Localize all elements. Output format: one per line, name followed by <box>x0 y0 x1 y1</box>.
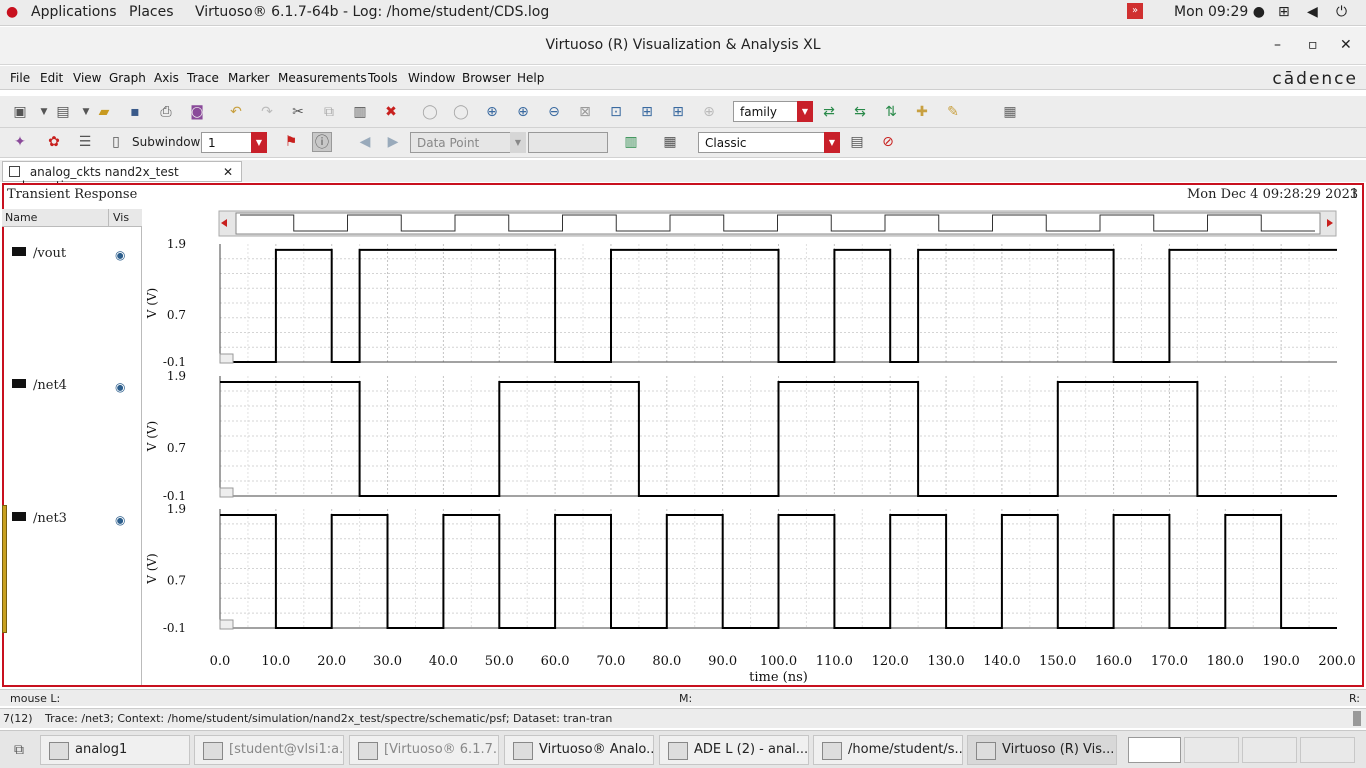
mouse-middle-label: M: <box>679 692 693 705</box>
task-label: /home/student/s... <box>848 742 963 757</box>
task-visualization[interactable]: Virtuoso (R) Vis... <box>967 735 1117 765</box>
x-tick-label: 70.0 <box>596 654 625 669</box>
x-tick-label: 0.0 <box>210 654 231 669</box>
x-tick-label: 100.0 <box>760 654 797 669</box>
x-tick-label: 140.0 <box>983 654 1020 669</box>
trace-status-bar: 7(12) Trace: /net3; Context: /home/stude… <box>0 708 1366 728</box>
taskbar: ⧉ analog1 [student@vlsi1:a... [Virtuoso®… <box>0 730 1366 768</box>
mouse-status-bar: mouse L: M: R: <box>0 689 1366 706</box>
x-tick-label: 120.0 <box>872 654 909 669</box>
task-label: [Virtuoso® 6.1.7... <box>384 742 499 757</box>
strip-handle-icon[interactable] <box>219 487 234 498</box>
virtuoso-icon <box>513 742 533 760</box>
trace-count: 7(12) <box>3 712 33 725</box>
mouse-right-label: R: <box>1349 692 1361 705</box>
y-tick-label: -0.1 <box>163 489 186 503</box>
task-virtuoso-log[interactable]: [Virtuoso® 6.1.7... <box>349 735 499 765</box>
strip-handle-icon[interactable] <box>219 353 234 364</box>
y-tick-label: 1.9 <box>167 237 186 251</box>
overview-trace <box>240 214 1315 232</box>
window-icon <box>49 742 69 760</box>
task-label: [student@vlsi1:a... <box>229 742 344 757</box>
x-tick-label: 10.0 <box>261 654 290 669</box>
y-tick-label: 0.7 <box>167 308 186 322</box>
x-tick-label: 90.0 <box>708 654 737 669</box>
task-home-folder[interactable]: /home/student/s... <box>813 735 963 765</box>
status-scroll-handle[interactable] <box>1353 711 1361 726</box>
y-axis-label: V (V) <box>145 288 159 320</box>
x-tick-label: 110.0 <box>816 654 853 669</box>
x-tick-label: 190.0 <box>1263 654 1300 669</box>
ade-icon <box>668 742 688 760</box>
workspace-2[interactable] <box>1184 737 1239 763</box>
x-tick-label: 180.0 <box>1207 654 1244 669</box>
x-tick-label: 60.0 <box>541 654 570 669</box>
task-virtuoso-analog[interactable]: Virtuoso® Analo... <box>504 735 654 765</box>
x-tick-label: 200.0 <box>1318 654 1355 669</box>
trace-net3[interactable] <box>220 514 1337 629</box>
task-label: Virtuoso (R) Vis... <box>1002 742 1115 757</box>
window-icon <box>358 742 378 760</box>
y-tick-label: 1.9 <box>167 502 186 516</box>
x-tick-label: 80.0 <box>652 654 681 669</box>
task-terminal[interactable]: [student@vlsi1:a... <box>194 735 344 765</box>
x-tick-label: 130.0 <box>927 654 964 669</box>
x-axis-label: time (ns) <box>749 670 808 685</box>
x-tick-label: 20.0 <box>317 654 346 669</box>
y-tick-label: -0.1 <box>163 621 186 635</box>
workspace-4[interactable] <box>1300 737 1355 763</box>
workspace-1[interactable] <box>1128 737 1181 763</box>
mouse-left-label: mouse L: <box>10 692 61 705</box>
task-label: analog1 <box>75 742 128 757</box>
x-tick-label: 150.0 <box>1039 654 1076 669</box>
x-tick-label: 160.0 <box>1095 654 1132 669</box>
task-label: ADE L (2) - anal... <box>694 742 809 757</box>
x-tick-label: 170.0 <box>1151 654 1188 669</box>
trace-info: Trace: /net3; Context: /home/student/sim… <box>45 712 613 725</box>
trace-net4[interactable] <box>220 381 1337 497</box>
cadence-c-icon <box>822 742 842 760</box>
y-tick-label: -0.1 <box>163 355 186 369</box>
task-ade-l[interactable]: ADE L (2) - anal... <box>659 735 809 765</box>
waveform-icon <box>976 742 996 760</box>
y-tick-label: 0.7 <box>167 441 186 455</box>
y-tick-label: 1.9 <box>167 369 186 383</box>
task-analog1[interactable]: analog1 <box>40 735 190 765</box>
show-desktop-icon[interactable]: ⧉ <box>9 740 29 760</box>
y-axis-label: V (V) <box>145 553 159 585</box>
waveform-plot[interactable]: 1.9 0.7 -0.1 V (V) 1.9 0.7 -0.1 V (V) 1.9 0.7 -0.1… <box>0 0 1366 768</box>
task-label: Virtuoso® Analo... <box>539 742 654 757</box>
strip-handle-icon[interactable] <box>219 619 234 630</box>
x-tick-label: 40.0 <box>429 654 458 669</box>
x-tick-label: 30.0 <box>373 654 402 669</box>
y-tick-label: 0.7 <box>167 573 186 587</box>
workspace-3[interactable] <box>1242 737 1297 763</box>
y-axis-label: V (V) <box>145 421 159 453</box>
terminal-icon <box>203 742 223 760</box>
x-tick-label: 50.0 <box>485 654 514 669</box>
